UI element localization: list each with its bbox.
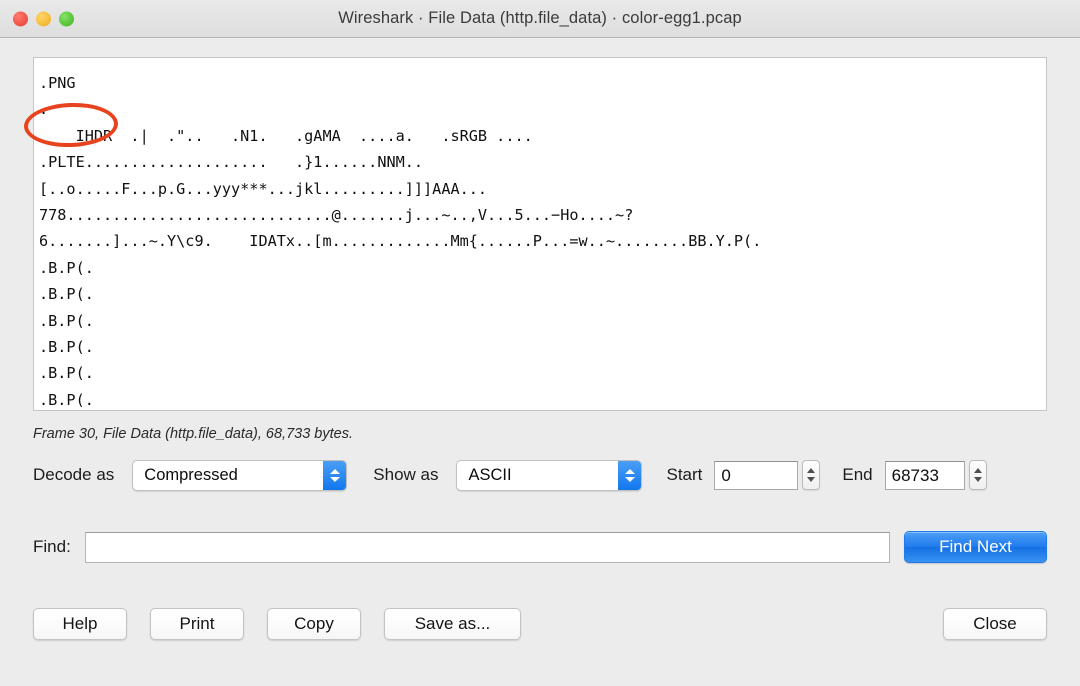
file-data-dump-text: .PNG . IHDR .| .".. .N1. .gAMA ....a. .s… — [39, 74, 762, 409]
stepper-down-icon[interactable] — [807, 477, 816, 482]
save-as-button[interactable]: Save as... — [384, 608, 521, 640]
end-stepper-field[interactable]: 68733 — [884, 460, 987, 491]
close-window-icon[interactable] — [13, 11, 28, 26]
end-stepper-buttons[interactable] — [968, 460, 987, 490]
stepper-up-icon[interactable] — [807, 468, 816, 473]
find-label: Find: — [33, 537, 71, 556]
stepper-down-icon[interactable] — [973, 477, 982, 482]
show-as-dropdown[interactable]: ASCII — [456, 459, 643, 491]
window-title: Wireshark · File Data (http.file_data) ·… — [338, 9, 742, 27]
decode-as-value: Compressed — [144, 465, 238, 484]
help-button[interactable]: Help — [33, 608, 127, 640]
dialog-button-row: Help Print Copy Save as... Close — [33, 608, 1047, 642]
frame-info-label: Frame 30, File Data (http.file_data), 68… — [33, 426, 353, 442]
traffic-light-controls — [13, 11, 74, 26]
chevron-updown-icon — [323, 460, 347, 490]
end-label: End — [842, 465, 873, 484]
maximize-window-icon[interactable] — [59, 11, 74, 26]
chevron-updown-icon — [618, 460, 642, 490]
start-stepper-field[interactable]: 0 — [714, 460, 821, 491]
show-as-label: Show as — [373, 465, 439, 484]
decode-as-dropdown[interactable]: Compressed — [132, 459, 348, 491]
copy-button[interactable]: Copy — [267, 608, 361, 640]
dialog-body: .PNG . IHDR .| .".. .N1. .gAMA ....a. .s… — [0, 38, 1080, 686]
start-input[interactable]: 0 — [714, 460, 799, 490]
close-button[interactable]: Close — [943, 608, 1047, 640]
start-label: Start — [666, 465, 703, 484]
stepper-up-icon[interactable] — [973, 468, 982, 473]
find-row: Find: Find Next — [33, 530, 1047, 564]
find-input[interactable] — [84, 531, 890, 563]
minimize-window-icon[interactable] — [36, 11, 51, 26]
file-data-text-panel[interactable]: .PNG . IHDR .| .".. .N1. .gAMA ....a. .s… — [33, 57, 1047, 411]
print-button[interactable]: Print — [150, 608, 244, 640]
start-stepper-buttons[interactable] — [802, 460, 821, 490]
window-titlebar: Wireshark · File Data (http.file_data) ·… — [0, 0, 1080, 38]
end-input[interactable]: 68733 — [884, 460, 965, 490]
show-as-value: ASCII — [468, 465, 512, 484]
find-next-button[interactable]: Find Next — [904, 531, 1047, 563]
decode-as-label: Decode as — [33, 465, 115, 484]
wireshark-file-data-window: Wireshark · File Data (http.file_data) ·… — [0, 0, 1080, 686]
decode-controls-row: Decode as Compressed Show as ASCII Start… — [33, 458, 1047, 492]
